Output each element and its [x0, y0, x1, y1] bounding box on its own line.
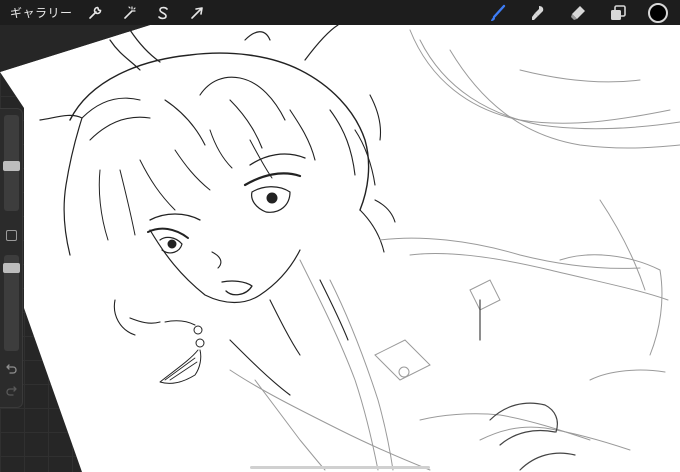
left-sidebar — [0, 108, 23, 408]
eraser-button[interactable] — [568, 3, 588, 23]
gallery-button[interactable]: ギャラリー — [10, 4, 73, 21]
magic-wand-icon — [123, 5, 136, 19]
modify-button[interactable] — [6, 230, 17, 241]
eraser-icon — [571, 5, 585, 20]
home-indicator — [250, 466, 430, 469]
smudge-button[interactable] — [528, 3, 548, 23]
drawing-canvas[interactable] — [0, 0, 680, 472]
brush-size-slider[interactable] — [3, 115, 20, 211]
color-picker-button[interactable] — [648, 2, 668, 23]
top-toolbar: ギャラリー — [0, 0, 680, 25]
undo-button[interactable] — [4, 363, 19, 377]
brush-icon — [491, 4, 506, 21]
redo-icon — [6, 386, 17, 396]
layers-icon — [611, 4, 626, 20]
left-tool-group — [85, 3, 207, 23]
transform-button[interactable] — [187, 3, 207, 23]
brush-size-thumb[interactable] — [3, 161, 20, 171]
layers-button[interactable] — [608, 3, 628, 23]
adjustments-button[interactable] — [119, 3, 139, 23]
smudge-icon — [532, 5, 544, 20]
opacity-slider[interactable] — [3, 255, 20, 351]
right-tool-group — [488, 0, 668, 25]
brush-button[interactable] — [488, 3, 508, 23]
arrow-cursor-icon — [190, 6, 203, 19]
opacity-thumb[interactable] — [3, 263, 20, 273]
redo-button[interactable] — [4, 385, 19, 399]
actions-button[interactable] — [85, 3, 105, 23]
selection-s-icon — [157, 6, 168, 19]
wrench-icon — [88, 6, 101, 19]
undo-icon — [6, 364, 17, 374]
selection-button[interactable] — [153, 3, 173, 23]
